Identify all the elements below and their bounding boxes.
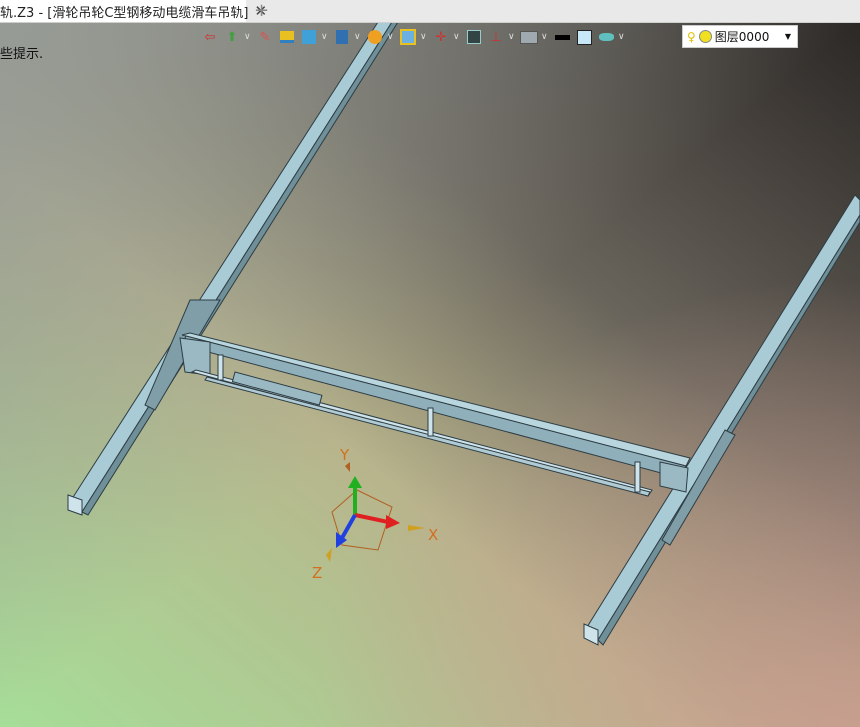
hint-text: 些提示.: [0, 47, 44, 62]
chevron-down-icon[interactable]: ∨: [321, 32, 330, 42]
right-rail: [583, 194, 860, 641]
view-toolbar: ⇦ ⬆ ∨ ✎ ∨ ∨ ∨ ∨ ✛ ∨ ⊥ ∨ ∨ ∨: [200, 25, 627, 49]
y-axis-label: Y: [339, 446, 350, 464]
origin-icon[interactable]: ✛: [431, 27, 451, 47]
x-axis-arrow: [354, 513, 389, 524]
crossbeam-top: [181, 332, 691, 467]
solid-box-icon[interactable]: [299, 27, 319, 47]
cursor-pick-icon[interactable]: ⬆: [222, 27, 242, 47]
paint-icon[interactable]: ✎: [255, 27, 275, 47]
chevron-down-icon[interactable]: ∨: [618, 32, 627, 42]
bulb-icon[interactable]: ♀: [687, 30, 696, 44]
tab-title: 轨.Z3 - [滑轮吊轮C型钢移动电缆滑车吊轨]: [0, 5, 249, 21]
crossbeam-front: [181, 335, 687, 479]
monitor-icon[interactable]: [519, 27, 539, 47]
render-sphere-icon[interactable]: [365, 27, 385, 47]
chevron-down-icon[interactable]: ∨: [508, 32, 517, 42]
model-viewport[interactable]: Y X Z: [0, 0, 860, 727]
chevron-down-icon[interactable]: ∨: [354, 32, 363, 42]
layer-name: 图层0000: [714, 30, 770, 44]
crossbeam-end-left: [179, 337, 211, 376]
hanger-3: [634, 461, 641, 493]
z-axis-label: Z: [312, 564, 322, 582]
face-icon[interactable]: [277, 27, 297, 47]
dropdown-arrow-icon[interactable]: ▼: [785, 32, 791, 41]
z-axis-arrow: [340, 514, 357, 539]
layer-color-icon: [698, 30, 712, 43]
material-icon[interactable]: [596, 27, 616, 47]
fill-color-icon[interactable]: [574, 27, 594, 47]
chevron-down-icon[interactable]: ∨: [420, 32, 429, 42]
left-rail: [67, 21, 393, 513]
display-icon[interactable]: [332, 27, 352, 47]
exit-sketch-icon[interactable]: ⇦: [200, 27, 220, 47]
chevron-down-icon[interactable]: ∨: [453, 32, 462, 42]
chevron-down-icon[interactable]: ∨: [244, 32, 253, 42]
camera-icon[interactable]: [464, 27, 484, 47]
document-tab[interactable]: 轨.Z3 - [滑轮吊轮C型钢移动电缆滑车吊轨] ✕: [0, 0, 267, 22]
left-rail-side: [81, 21, 399, 516]
new-tab-button[interactable]: +: [254, 0, 269, 22]
hanger-1: [217, 354, 224, 381]
x-axis-label: X: [428, 526, 438, 544]
line-color-icon[interactable]: [552, 27, 572, 47]
layer-dropdown[interactable]: ♀ 图层0000 ▼: [682, 25, 798, 48]
zoom-view-icon[interactable]: [398, 27, 418, 47]
chevron-down-icon[interactable]: ∨: [387, 32, 396, 42]
right-rail-side: [597, 214, 860, 646]
section-icon[interactable]: ⊥: [486, 27, 506, 47]
tab-bar: 轨.Z3 - [滑轮吊轮C型钢移动电缆滑车吊轨] ✕ +: [0, 0, 860, 23]
axis-triad: Y X Z: [312, 446, 438, 582]
hanger-2: [427, 407, 434, 437]
chevron-down-icon[interactable]: ∨: [541, 32, 550, 42]
